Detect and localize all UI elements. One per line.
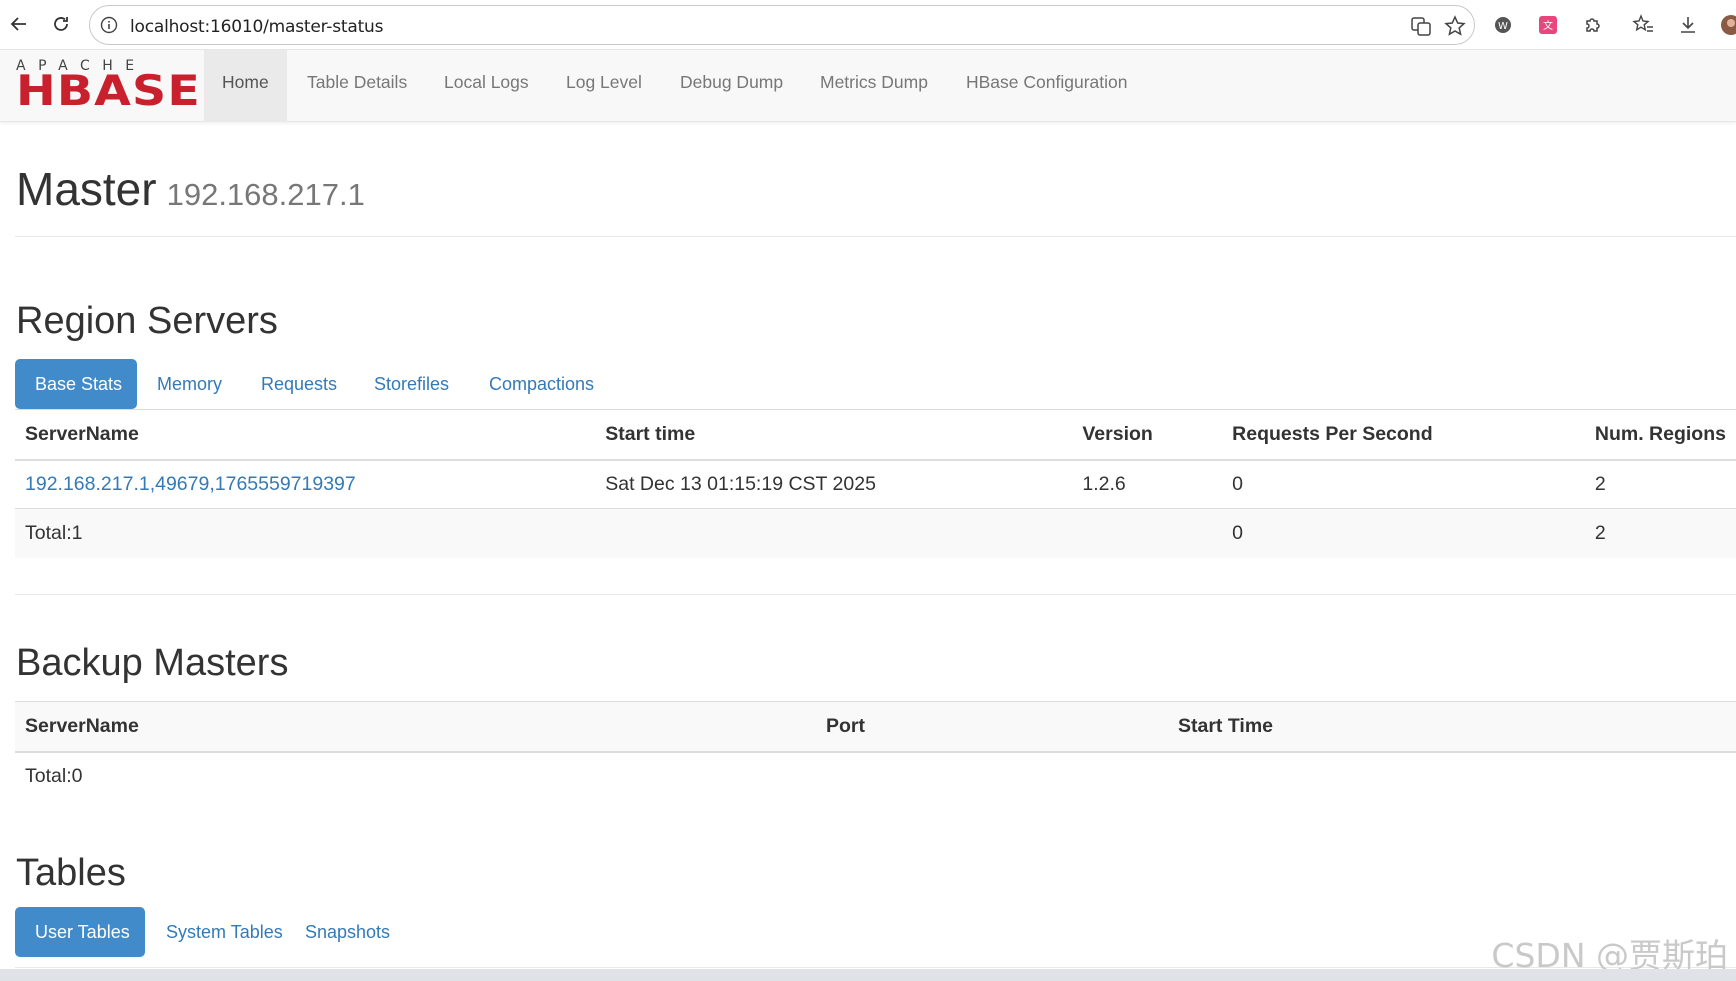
tab-base-stats[interactable]: Base Stats [15, 359, 137, 409]
nav-table-details[interactable]: Table Details [289, 50, 425, 122]
column-header: Version [1072, 409, 1223, 461]
total-requests: 0 [1222, 508, 1585, 558]
column-header: ServerName [15, 701, 816, 753]
extensions-puzzle-icon[interactable] [1582, 14, 1604, 36]
url-text: localhost:16010/master-status [130, 17, 384, 37]
downloads-icon[interactable] [1677, 14, 1699, 36]
bottom-scroll-area [0, 969, 1736, 981]
site-info-icon[interactable] [100, 16, 118, 34]
column-header: Num. Regions [1584, 409, 1736, 461]
svg-text:W: W [1498, 21, 1508, 32]
reload-icon[interactable] [48, 10, 74, 38]
backup-masters-table: ServerName Port Start Time Total:0 [15, 701, 1736, 801]
start-time-cell: Sat Dec 13 01:15:19 CST 2025 [595, 459, 1073, 509]
translator-extension-icon[interactable]: 文 [1537, 14, 1559, 36]
server-link[interactable]: 192.168.217.1,49679,1765559719397 [25, 473, 356, 495]
page-title: Master 192.168.217.1 [16, 162, 365, 216]
logo-hbase-text: HBASE [16, 66, 201, 115]
table-header-row: ServerName Start time Version Requests P… [15, 409, 1736, 461]
tab-snapshots[interactable]: Snapshots [285, 907, 410, 957]
table-header-row: ServerName Port Start Time [15, 701, 1736, 753]
divider [15, 594, 1736, 595]
tab-compactions[interactable]: Compactions [469, 359, 614, 409]
address-bar[interactable]: localhost:16010/master-status [89, 5, 1475, 45]
server-name-cell: 192.168.217.1,49679,1765559719397 [15, 459, 596, 509]
total-row: Total:1 0 2 [15, 508, 1736, 558]
page-title-text: Master [16, 163, 157, 215]
divider [15, 236, 1736, 237]
nav-metrics-dump[interactable]: Metrics Dump [802, 50, 946, 122]
total-label: Total:0 [15, 751, 816, 801]
svg-text:文: 文 [1543, 19, 1553, 32]
empty-cell [595, 508, 1073, 558]
master-host: 192.168.217.1 [166, 177, 365, 212]
backup-masters-title: Backup Masters [16, 642, 289, 684]
bookmark-star-icon[interactable] [1444, 15, 1466, 37]
tab-memory[interactable]: Memory [137, 359, 242, 409]
hbase-logo[interactable]: APACHE HBASE [16, 58, 200, 112]
back-icon[interactable] [6, 10, 32, 38]
nav-debug-dump[interactable]: Debug Dump [662, 50, 801, 122]
tables-title: Tables [16, 852, 126, 894]
tables-tabs: User Tables System Tables Snapshots [15, 907, 515, 957]
total-label: Total:1 [15, 508, 596, 558]
nav-hbase-configuration[interactable]: HBase Configuration [948, 50, 1145, 122]
profile-avatar[interactable] [1718, 14, 1736, 36]
empty-cell [1168, 752, 1736, 801]
requests-cell: 0 [1222, 459, 1585, 509]
table-row: 192.168.217.1,49679,1765559719397 Sat De… [15, 459, 1736, 509]
column-header: Requests Per Second [1222, 409, 1585, 461]
empty-cell [816, 752, 1168, 801]
tab-user-tables[interactable]: User Tables [15, 907, 145, 957]
region-servers-table: ServerName Start time Version Requests P… [15, 409, 1736, 558]
region-servers-title: Region Servers [16, 300, 278, 342]
main-content: Master 192.168.217.1 Region Servers Base … [0, 122, 1736, 981]
hbase-navbar: APACHE HBASE Home Table Details Local Lo… [0, 50, 1736, 122]
column-header: ServerName [15, 409, 596, 461]
region-servers-tabs: Base Stats Memory Requests Storefiles Co… [15, 359, 715, 409]
column-header: Port [816, 701, 1168, 753]
total-row: Total:0 [15, 751, 1736, 801]
favorites-icon[interactable] [1632, 14, 1654, 36]
column-header: Start time [595, 409, 1073, 461]
wordpress-icon[interactable]: W [1492, 14, 1514, 36]
tab-requests[interactable]: Requests [241, 359, 357, 409]
empty-cell [1072, 508, 1223, 558]
browser-toolbar: localhost:16010/master-status W 文 [0, 0, 1736, 50]
regions-cell: 2 [1584, 459, 1736, 509]
translate-icon[interactable] [1410, 15, 1432, 37]
divider [15, 967, 1736, 968]
total-regions: 2 [1584, 508, 1736, 558]
nav-home[interactable]: Home [204, 50, 287, 122]
column-header: Start Time [1168, 701, 1736, 753]
nav-local-logs[interactable]: Local Logs [426, 50, 547, 122]
nav-log-level[interactable]: Log Level [548, 50, 660, 122]
tab-system-tables[interactable]: System Tables [146, 907, 303, 957]
tab-storefiles[interactable]: Storefiles [354, 359, 469, 409]
version-cell: 1.2.6 [1072, 459, 1223, 509]
